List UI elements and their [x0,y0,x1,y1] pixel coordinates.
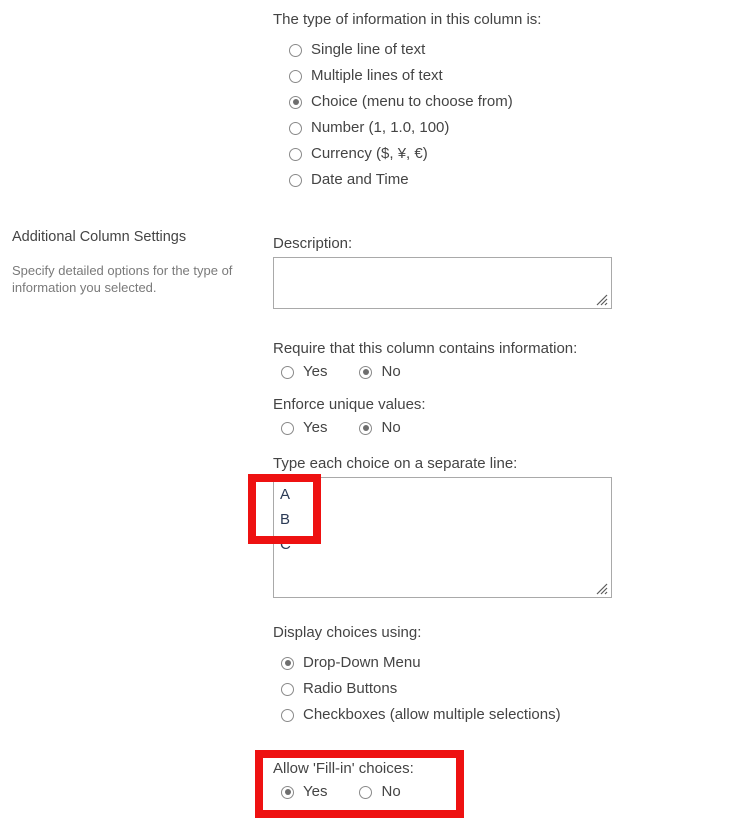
radio-indicator[interactable] [289,121,302,135]
require-info-yes[interactable]: Yes [281,362,327,382]
column-type-options: Single line of text Multiple lines of te… [273,37,541,193]
require-info-options: Yes No [273,359,577,385]
resize-grip-icon[interactable] [594,292,608,306]
choices-line: C [280,536,291,553]
radio-indicator[interactable] [359,785,373,799]
fill-in-choices-group: Allow 'Fill-in' choices: Yes No [273,759,414,805]
display-choices-options: Drop-Down Menu Radio Buttons Checkboxes … [273,650,561,728]
column-type-group: The type of information in this column i… [273,10,541,193]
enforce-unique-no[interactable]: No [359,418,401,438]
fill-in-choices-label: Allow 'Fill-in' choices: [273,760,414,777]
radio-option-label: Currency ($, ¥, €) [311,145,428,162]
radio-indicator-selected[interactable] [281,656,294,670]
radio-option-label: Yes [303,363,328,380]
require-info-no[interactable]: No [359,362,401,382]
radio-indicator[interactable] [281,708,294,722]
radio-option-checkboxes[interactable]: Checkboxes (allow multiple selections) [273,702,561,728]
enforce-unique-group: Enforce unique values: Yes No [273,395,426,441]
radio-option-multiple-lines-of-text[interactable]: Multiple lines of text [273,63,541,89]
column-type-label: The type of information in this column i… [273,11,542,28]
radio-indicator-selected[interactable] [359,365,373,379]
radio-option-currency[interactable]: Currency ($, ¥, €) [273,141,541,167]
radio-option-label: Yes [303,783,328,800]
choices-line: B [280,511,291,528]
require-info-label: Require that this column contains inform… [273,340,578,357]
radio-option-label: No [381,419,401,436]
radio-option-number[interactable]: Number (1, 1.0, 100) [273,115,541,141]
radio-indicator-selected[interactable] [289,95,302,109]
radio-option-label: Multiple lines of text [311,67,443,84]
radio-indicator[interactable] [289,173,302,187]
radio-option-single-line-of-text[interactable]: Single line of text [273,37,541,63]
radio-option-drop-down-menu[interactable]: Drop-Down Menu [273,650,561,676]
radio-indicator[interactable] [289,147,302,161]
radio-indicator[interactable] [281,365,294,379]
radio-option-date-and-time[interactable]: Date and Time [273,167,541,193]
radio-indicator-selected[interactable] [281,785,294,799]
radio-indicator[interactable] [289,43,302,57]
radio-option-label: Drop-Down Menu [303,654,421,671]
display-choices-label: Display choices using: [273,624,422,641]
radio-option-label: Choice (menu to choose from) [311,93,513,110]
radio-option-radio-buttons[interactable]: Radio Buttons [273,676,561,702]
radio-option-label: Number (1, 1.0, 100) [311,119,450,136]
choices-line: A [280,486,291,503]
enforce-unique-options: Yes No [273,415,426,441]
radio-indicator[interactable] [281,682,294,696]
fill-in-choices-options: Yes No [273,779,414,805]
radio-option-label: No [381,783,401,800]
radio-indicator[interactable] [281,421,294,435]
choices-label: Type each choice on a separate line: [273,455,518,472]
radio-option-label: Checkboxes (allow multiple selections) [303,706,561,723]
choices-group: Type each choice on a separate line: A B… [273,454,612,598]
description-group: Description: [273,234,612,309]
display-choices-group: Display choices using: Drop-Down Menu Ra… [273,623,561,728]
sidebar-description: Specify detailed options for the type of… [12,263,233,295]
radio-option-label: Yes [303,419,328,436]
fill-in-choices-no[interactable]: No [359,782,401,802]
choices-textarea[interactable]: A B C [273,477,612,598]
radio-indicator[interactable] [289,69,302,83]
radio-option-label: Single line of text [311,41,426,58]
enforce-unique-label: Enforce unique values: [273,396,426,413]
radio-indicator-selected[interactable] [359,421,373,435]
radio-option-choice[interactable]: Choice (menu to choose from) [273,89,541,115]
sidebar-heading: Additional Column Settings [12,229,187,245]
resize-grip-icon[interactable] [594,581,608,595]
radio-option-label: No [381,363,401,380]
column-settings-page: Additional Column Settings Specify detai… [0,0,752,818]
enforce-unique-yes[interactable]: Yes [281,418,327,438]
radio-option-label: Radio Buttons [303,680,398,697]
require-info-group: Require that this column contains inform… [273,339,577,385]
description-textarea[interactable] [273,257,612,309]
description-label: Description: [273,235,353,252]
radio-option-label: Date and Time [311,171,409,188]
sidebar: Additional Column Settings Specify detai… [12,228,260,296]
fill-in-choices-yes[interactable]: Yes [281,782,327,802]
